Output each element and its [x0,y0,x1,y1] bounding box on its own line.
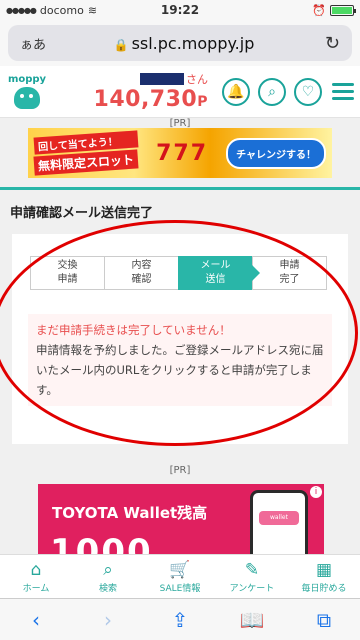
nav-survey-label: アンケート [229,583,275,594]
daily-icon: ▦ [315,559,333,580]
phone-screen-label: wallet [259,511,299,525]
user-suffix: さん [186,73,208,86]
points-balance: 140,730P [94,87,208,112]
moppy-logo[interactable]: moppy [6,70,48,114]
nav-survey[interactable]: ✎ アンケート [216,555,288,598]
url-field[interactable]: ぁあ 🔒 ssl.pc.moppy.jp ↻ [8,25,352,61]
address-bar: ぁあ 🔒 ssl.pc.moppy.jp ↻ [0,20,360,66]
nav-search-label: 検索 [98,583,117,594]
heart-icon[interactable]: ♡ [294,77,322,106]
step-3-active: メール 送信 [178,256,260,290]
banner-amount: 1000 [50,532,153,554]
phone-image: wallet [250,490,308,554]
nav-daily[interactable]: ▦ 毎日貯める [288,555,360,598]
banner-title: TOYOTA Wallet残高 [52,504,208,522]
notice-warning: まだ申請手続きは完了していません！ [36,323,231,337]
nav-daily-label: 毎日貯める [301,583,347,594]
slot-ad-banner[interactable]: 回して当てよう！ 無料限定スロット 777 チャレンジする！ [28,128,332,178]
battery-fill [332,6,352,14]
user-info[interactable]: さん 140,730P [48,71,214,112]
step-4: 申請 完了 [252,256,327,290]
toyota-wallet-banner[interactable]: TOYOTA Wallet残高 1000 wallet i [38,484,324,554]
search-icon[interactable]: ⌕ [258,77,286,106]
wifi-icon: ≋ [87,3,98,17]
bookmarks-icon[interactable]: 📖 [232,608,272,632]
status-bar: ●●●●● docomo ≋ 19:22 ⏰ [0,0,360,20]
step-1: 交換 申請 [30,256,105,290]
url-text[interactable]: 🔒 ssl.pc.moppy.jp [52,34,316,53]
browser-toolbar: ‹ › ⇪ 📖 ⧉ [0,598,360,640]
home-icon: ⌂ [30,559,42,580]
nav-sale[interactable]: 🛒 SALE情報 [144,555,216,598]
info-icon[interactable]: i [310,486,322,498]
nav-home[interactable]: ⌂ ホーム [0,555,72,598]
nav-home-label: ホーム [22,583,50,594]
mascot-icon [14,87,40,109]
username-redacted [140,73,184,85]
site-bottom-nav: ⌂ ホーム ⌕ 検索 🛒 SALE情報 ✎ アンケート ▦ 毎日貯める [0,554,360,598]
nav-search[interactable]: ⌕ 検索 [72,555,144,598]
user-name-row: さん [140,71,208,87]
status-right: ⏰ [312,3,356,17]
page-title: 申請確認メール送信完了 [10,205,154,221]
divider [0,187,360,190]
nav-sale-label: SALE情報 [159,583,201,594]
points-value: 140,730 [93,87,198,112]
status-left: ●●●●● docomo ≋ [6,4,97,17]
carrier-label: docomo [39,3,84,17]
site-header: moppy さん 140,730P 🔔 ⌕ ♡ [0,66,360,118]
back-icon[interactable]: ‹ [16,608,56,632]
bell-icon[interactable]: 🔔 [222,77,250,106]
notice-body: 申請情報を予約しました。ご登録メールアドレス宛に届いたメール内のURLをクリック… [36,343,324,397]
banner-text: 回して当てよう！ 無料限定スロット [33,130,139,176]
points-unit: P [197,94,208,110]
search-icon: ⌕ [103,559,113,580]
notice-box: まだ申請手続きは完了していません！ 申請情報を予約しました。ご登録メールアドレス… [28,314,332,406]
banner-slots: 777 [156,140,209,166]
battery-icon [330,4,356,16]
tabs-icon[interactable]: ⧉ [304,608,344,632]
signal-icon: ●●●●● [6,5,37,15]
alarm-icon: ⏰ [312,3,326,17]
logo-text: moppy [7,74,47,85]
survey-icon: ✎ [244,559,260,580]
status-card: 交換 申請 内容 確認 メール 送信 申請 完了 まだ申請手続きは完了していませ… [12,234,348,444]
step-2: 内容 確認 [104,256,179,290]
progress-steps: 交換 申請 内容 確認 メール 送信 申請 完了 [30,256,330,290]
challenge-button[interactable]: チャレンジする！ [226,137,326,169]
lock-icon: 🔒 [113,37,129,52]
hamburger-menu-icon[interactable] [332,83,354,100]
url-value: ssl.pc.moppy.jp [131,33,255,53]
reload-icon[interactable]: ↻ [316,33,340,54]
forward-icon[interactable]: › [88,608,128,632]
pr-label-bottom: [PR] [169,465,191,476]
share-icon[interactable]: ⇪ [160,608,200,632]
cart-icon: 🛒 [169,559,191,580]
reader-aa-button[interactable]: ぁあ [20,34,52,53]
